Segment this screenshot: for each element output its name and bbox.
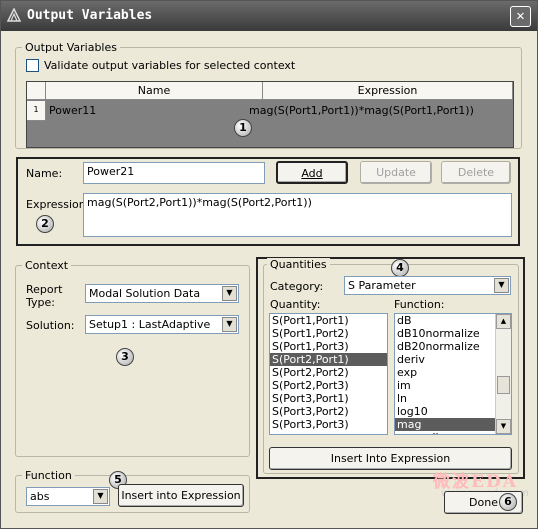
- column-header-name[interactable]: Name: [46, 82, 263, 100]
- table-row[interactable]: 1 Power11 mag(S(Port1,Port1))*mag(S(Port…: [27, 101, 513, 121]
- row-name-cell[interactable]: Power11: [49, 104, 96, 117]
- list-item[interactable]: im: [395, 379, 511, 392]
- list-item[interactable]: S(Port3,Port2): [270, 405, 387, 418]
- report-type-label: Report Type:: [26, 283, 63, 309]
- list-item[interactable]: S(Port1,Port1): [270, 314, 387, 327]
- add-button-label: Add: [301, 167, 323, 180]
- list-item[interactable]: S(Port1,Port2): [270, 327, 387, 340]
- update-button[interactable]: Update: [360, 161, 432, 184]
- delete-button[interactable]: Delete: [441, 161, 511, 184]
- validate-label: Validate output variables for selected c…: [44, 59, 296, 72]
- list-item[interactable]: S(Port3,Port1): [270, 392, 387, 405]
- list-item[interactable]: dB10normalize: [395, 327, 511, 340]
- chevron-down-icon[interactable]: ▼: [222, 286, 237, 301]
- close-button[interactable]: ✕: [510, 6, 531, 27]
- solution-label: Solution:: [26, 319, 75, 332]
- category-select[interactable]: S Parameter ▼: [344, 276, 511, 295]
- list-item[interactable]: S(Port2,Port2): [270, 366, 387, 379]
- row-expression-cell[interactable]: mag(S(Port1,Port1))*mag(S(Port1,Port1)): [249, 104, 474, 117]
- function-value: abs: [30, 490, 50, 503]
- list-item-selected[interactable]: S(Port2,Port1): [270, 353, 387, 366]
- output-variables-dialog: Output Variables ✕ Output Variables Vali…: [0, 0, 538, 529]
- chevron-down-icon[interactable]: ▼: [222, 317, 237, 332]
- marker-1: 1: [234, 119, 252, 137]
- window-title: Output Variables: [27, 8, 153, 23]
- scroll-up-icon[interactable]: ▲: [496, 314, 511, 329]
- expression-input[interactable]: mag(S(Port2,Port1))*mag(S(Port2,Port1)): [83, 193, 512, 237]
- row-index: 1: [27, 101, 46, 121]
- report-type-value: Modal Solution Data: [89, 287, 201, 300]
- list-item[interactable]: log10: [395, 405, 511, 418]
- quantities-legend: Quantities: [267, 258, 330, 271]
- list-item[interactable]: exp: [395, 366, 511, 379]
- list-item[interactable]: dB20normalize: [395, 340, 511, 353]
- list-item[interactable]: S(Port3,Port3): [270, 418, 387, 431]
- quantity-label: Quantity:: [270, 298, 321, 311]
- solution-select[interactable]: Setup1 : LastAdaptive ▼: [85, 315, 239, 334]
- marker-2: 2: [36, 215, 54, 233]
- function-legend: Function: [22, 469, 75, 482]
- quantity-list[interactable]: S(Port1,Port1) S(Port1,Port2) S(Port1,Po…: [269, 313, 388, 435]
- list-item[interactable]: deriv: [395, 353, 511, 366]
- chevron-down-icon[interactable]: ▼: [494, 278, 509, 293]
- validate-checkbox[interactable]: [26, 59, 39, 72]
- list-item[interactable]: dB: [395, 314, 511, 327]
- report-type-select[interactable]: Modal Solution Data ▼: [85, 284, 239, 303]
- list-item[interactable]: S(Port1,Port3): [270, 340, 387, 353]
- output-variables-legend: Output Variables: [22, 41, 120, 54]
- marker-6: 6: [499, 493, 517, 511]
- scroll-down-icon[interactable]: ▼: [496, 419, 511, 434]
- context-legend: Context: [22, 259, 72, 272]
- list-item[interactable]: S(Port2,Port3): [270, 379, 387, 392]
- expression-label: Expression:: [26, 198, 90, 211]
- scrollbar-thumb[interactable]: [497, 376, 510, 394]
- function-list[interactable]: dB dB10normalize dB20normalize deriv exp…: [394, 313, 512, 435]
- name-input[interactable]: Power21: [83, 162, 265, 184]
- title-bar[interactable]: Output Variables ✕: [1, 1, 537, 31]
- name-label: Name:: [26, 167, 63, 180]
- output-variables-table: Name Expression 1 Power11 mag(S(Port1,Po…: [26, 81, 514, 148]
- insert-function-button[interactable]: Insert into Expression: [118, 484, 244, 507]
- add-button[interactable]: Add: [276, 161, 348, 184]
- function-list-label: Function:: [394, 298, 445, 311]
- function-list-scrollbar[interactable]: ▲ ▼: [495, 314, 511, 434]
- list-item-selected[interactable]: mag: [395, 418, 495, 431]
- solution-value: Setup1 : LastAdaptive: [89, 318, 211, 331]
- category-label: Category:: [270, 280, 324, 293]
- table-corner: [27, 82, 46, 100]
- app-logo-icon: [7, 8, 21, 22]
- chevron-down-icon[interactable]: ▼: [93, 489, 108, 504]
- function-select[interactable]: abs ▼: [26, 487, 110, 506]
- category-value: S Parameter: [348, 279, 416, 292]
- list-item[interactable]: normalize: [395, 431, 511, 434]
- marker-3: 3: [116, 348, 134, 366]
- list-item[interactable]: ln: [395, 392, 511, 405]
- column-header-expression[interactable]: Expression: [263, 82, 513, 100]
- marker-4: 4: [391, 259, 409, 277]
